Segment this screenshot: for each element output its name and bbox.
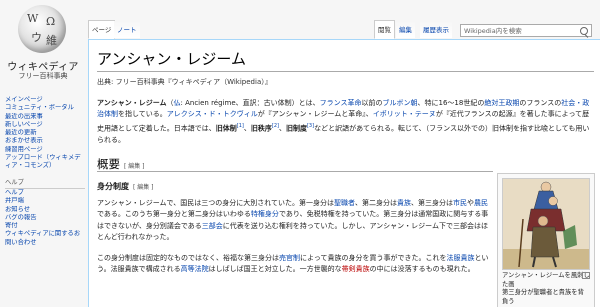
- sidebar-item-current-events[interactable]: 最近の出来事: [5, 113, 85, 121]
- sidebar-item-random[interactable]: おまかせ表示: [5, 137, 85, 145]
- tab-edit[interactable]: 編集: [396, 21, 415, 38]
- sidebar-item-donate[interactable]: 寄付: [5, 222, 85, 230]
- globe-glyph: ウ: [31, 31, 42, 44]
- venality-paragraph: この身分制度は固定的なものではなく、裕福な第三身分は売官制によって貴族の身分を買…: [97, 253, 489, 276]
- link-peasants[interactable]: 農民: [474, 199, 488, 207]
- link-robe-nobility[interactable]: 法服貴族: [446, 254, 474, 262]
- text-span: 、第二身分は: [355, 199, 398, 207]
- logo-tagline: フリー百科事典: [18, 72, 68, 80]
- section-heading-text: 概要: [97, 157, 120, 171]
- sidebar-item-help[interactable]: ヘルプ: [5, 189, 85, 197]
- enlarge-icon[interactable]: [582, 272, 590, 279]
- article-source-line: 出典: フリー百科事典『ウィキペディア（Wikipedia）』: [97, 78, 272, 86]
- redlink-sword-nobility[interactable]: 帯剣貴族: [342, 265, 370, 273]
- sidebar-item-new-pages[interactable]: 新しいページ: [5, 121, 85, 129]
- text-span: や: [467, 199, 475, 207]
- text-span: のフランスの: [519, 99, 562, 107]
- subsection-heading-text: 身分制度: [97, 182, 129, 191]
- text-span: が『アンシャン・レジームと革命』、: [257, 110, 373, 119]
- tab-history[interactable]: 履歴表示: [420, 21, 452, 38]
- text-span: 以前の: [361, 99, 383, 107]
- sidebar-item-village-pump[interactable]: 井戸端: [5, 197, 85, 205]
- text-span: アンシャン・レジームで、国民は三つの身分に大別されていた。第一身分は: [97, 199, 335, 207]
- link-parlement[interactable]: 高等法院: [181, 265, 209, 273]
- caricature-illustration: [503, 181, 589, 269]
- text-span: 、第三身分は: [411, 199, 454, 207]
- sidebar-item-sandbox[interactable]: 練習用ページ: [5, 146, 85, 154]
- sidebar-item-recent-changes[interactable]: 最近の更新: [5, 129, 85, 137]
- caricature-image[interactable]: [502, 178, 590, 270]
- text-span: 、: [243, 124, 251, 133]
- link-taine[interactable]: イポリット・テーヌ: [373, 110, 436, 118]
- link-nobility[interactable]: 貴族: [397, 199, 411, 207]
- link-tocqueville[interactable]: アレクシス・ド・トクヴィル: [167, 110, 258, 118]
- text-span: この身分制度は固定的なものではなく、裕福な第三身分は: [97, 254, 279, 262]
- sidebar-item-upload[interactable]: アップロード（ウィキメディア・コモンズ）: [5, 154, 85, 171]
- edit-section-link[interactable]: [ 編集 ]: [124, 163, 145, 170]
- term-old-system: 旧制度: [285, 124, 307, 133]
- estates-paragraph: アンシャン・レジームで、国民は三つの身分に大別されていた。第一身分は聖職者、第二…: [97, 198, 489, 244]
- text-span: によって貴族の身分を買う事ができた。これを: [300, 254, 447, 262]
- sidebar-item-community[interactable]: コミュニティ・ポータル: [5, 104, 85, 112]
- tab-talk[interactable]: ノート: [114, 21, 140, 38]
- thumbnail-caption: アンシャン・レジームを風刺した画 第三身分が聖職者と貴族を背負う: [502, 272, 590, 305]
- link-citizens[interactable]: 市民: [453, 199, 467, 207]
- section-divider: [97, 171, 493, 172]
- text-span: はしばしば国王と対立した。一方世襲的な: [208, 265, 342, 274]
- text-span: 、: [278, 124, 286, 133]
- term-old-regime: 旧体制: [215, 124, 237, 133]
- search-placeholder: Wikipedia内を検索: [464, 27, 522, 35]
- globe-glyph: W: [27, 12, 39, 25]
- link-french[interactable]: 仏: [174, 99, 181, 107]
- text-span: である。このうち第一身分と第二身分はいわゆる: [97, 210, 251, 219]
- text-span: （: [166, 99, 174, 107]
- link-french-revolution[interactable]: フランス革命: [320, 99, 362, 107]
- globe-glyph: 維: [46, 34, 57, 47]
- link-venality[interactable]: 売官制: [279, 254, 300, 262]
- footnote-link[interactable]: [1]: [237, 123, 244, 129]
- term-old-order: 旧秩序: [250, 124, 272, 133]
- text-span: の中には没落するものも現れた。: [369, 265, 475, 274]
- text-span: : Ancien régime、直訳：古い体制）とは、: [180, 99, 320, 107]
- article-content: アンシャン・レジーム 出典: フリー百科事典『ウィキペディア（Wikipedia…: [88, 39, 600, 307]
- link-privileged-class[interactable]: 特権身分: [251, 210, 279, 218]
- wikipedia-logo[interactable]: W Ω ウ 維 ウィキペディア フリー百科事典: [0, 0, 86, 90]
- globe-glyph: Ω: [46, 15, 56, 28]
- link-absolutism[interactable]: 絶対王政期: [484, 99, 519, 107]
- sidebar-item-notices[interactable]: お知らせ: [5, 206, 85, 214]
- sidebar-item-contact[interactable]: ウィキペディアに関するお問い合わせ: [5, 230, 85, 247]
- search-icon[interactable]: [580, 27, 588, 35]
- sidebar-item-main-page[interactable]: メインページ: [5, 96, 85, 104]
- intro-term: アンシャン・レジーム: [97, 99, 167, 107]
- text-span: 、特に16〜18世紀の: [417, 99, 485, 107]
- title-divider: [97, 71, 594, 72]
- edit-subsection-link[interactable]: [ 編集 ]: [133, 184, 154, 191]
- footnote-link[interactable]: [2]: [272, 123, 279, 129]
- page-title: アンシャン・レジーム: [97, 50, 246, 68]
- sidebar: メインページ コミュニティ・ポータル 最近の出来事 新しいページ 最近の更新 お…: [5, 96, 85, 247]
- tab-page[interactable]: ページ: [88, 20, 116, 39]
- search-input[interactable]: Wikipedia内を検索: [460, 24, 592, 37]
- link-bourbon[interactable]: ブルボン朝: [383, 99, 418, 107]
- link-clergy[interactable]: 聖職者: [334, 199, 355, 207]
- puzzle-globe-icon: W Ω ウ 維: [18, 5, 66, 53]
- sidebar-heading-help[interactable]: ヘルプ: [5, 179, 85, 189]
- section-heading-overview: 概要 [ 編集 ]: [97, 156, 145, 172]
- text-span: を指している。: [118, 110, 167, 119]
- footnote-link[interactable]: [3]: [307, 123, 314, 129]
- sidebar-item-bug-report[interactable]: バグの報告: [5, 214, 85, 222]
- tab-read[interactable]: 閲覧: [374, 20, 395, 39]
- intro-paragraph: アンシャン・レジーム（仏: Ancien régime、直訳：古い体制）とは、フ…: [97, 98, 592, 146]
- subsection-heading-estates: 身分制度 [ 編集 ]: [97, 181, 154, 192]
- thumbnail-figure: アンシャン・レジームを風刺した画 第三身分が聖職者と貴族を背負う: [497, 173, 595, 307]
- link-estates-general[interactable]: 三部会: [202, 222, 223, 230]
